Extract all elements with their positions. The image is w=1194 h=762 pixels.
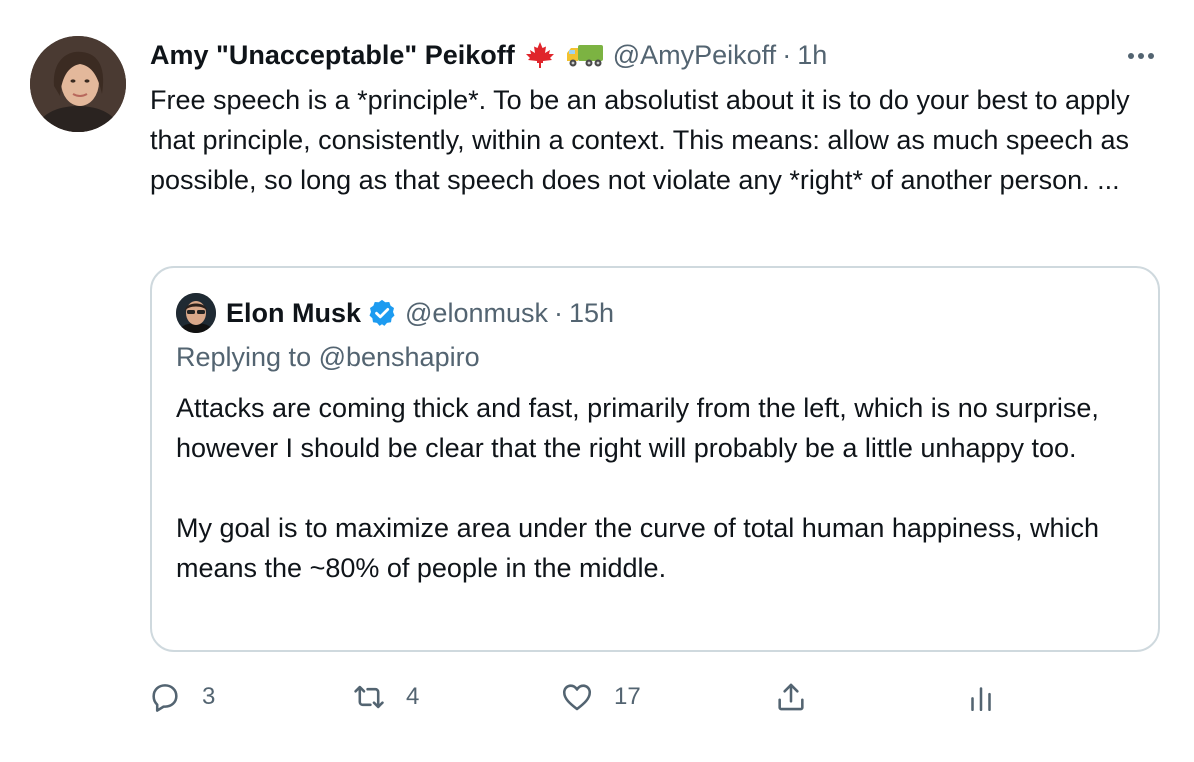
- quoted-tweet-paragraph: My goal is to maximize area under the cu…: [176, 513, 1099, 583]
- quoted-author-avatar: [176, 293, 216, 333]
- tweet-header: Amy "Unacceptable" Peikoff @AmyPeikoff ·…: [150, 38, 827, 72]
- header-separator: ·: [782, 39, 792, 70]
- delivery-truck-icon: [565, 40, 605, 70]
- author-avatar[interactable]: [30, 36, 126, 132]
- quoted-tweet-paragraph: Attacks are coming thick and fast, prima…: [176, 393, 1099, 463]
- tweet[interactable]: Amy "Unacceptable" Peikoff @AmyPeikoff ·…: [0, 0, 1194, 762]
- retweet-button[interactable]: 4: [352, 676, 419, 718]
- like-button[interactable]: 17: [560, 676, 641, 718]
- author-handle[interactable]: @AmyPeikoff: [613, 40, 776, 71]
- quoted-header-separator: ·: [553, 297, 563, 328]
- retweet-count: 4: [406, 683, 420, 710]
- quoted-author-name[interactable]: Elon Musk: [226, 298, 361, 329]
- share-icon: [774, 680, 808, 714]
- reply-count: 3: [202, 683, 216, 710]
- quoted-tweet-header: Elon Musk @elonmusk · 15h: [176, 293, 614, 333]
- maple-leaf-icon: [523, 40, 557, 70]
- reply-button[interactable]: 3: [148, 676, 215, 718]
- tweet-timestamp[interactable]: 1h: [797, 40, 827, 71]
- tweet-text: Free speech is a *principle*. To be an a…: [150, 85, 1130, 195]
- author-name[interactable]: Amy "Unacceptable" Peikoff: [150, 40, 515, 71]
- more-icon[interactable]: [1124, 42, 1158, 70]
- share-button[interactable]: [774, 676, 808, 718]
- verified-badge-icon: [367, 298, 397, 328]
- quoted-author-handle[interactable]: @elonmusk: [405, 298, 548, 329]
- retweet-icon: [352, 680, 386, 714]
- analytics-button[interactable]: [964, 676, 998, 718]
- quoted-tweet-text: Attacks are coming thick and fast, prima…: [176, 388, 1146, 588]
- like-count: 17: [614, 683, 641, 710]
- quoted-tweet-timestamp[interactable]: 15h: [569, 298, 614, 329]
- analytics-icon: [964, 680, 998, 714]
- quoted-tweet[interactable]: Elon Musk @elonmusk · 15h Replying to @b…: [150, 266, 1160, 652]
- replying-to: Replying to @benshapiro: [176, 342, 480, 372]
- heart-icon: [560, 680, 594, 714]
- reply-icon: [148, 680, 182, 714]
